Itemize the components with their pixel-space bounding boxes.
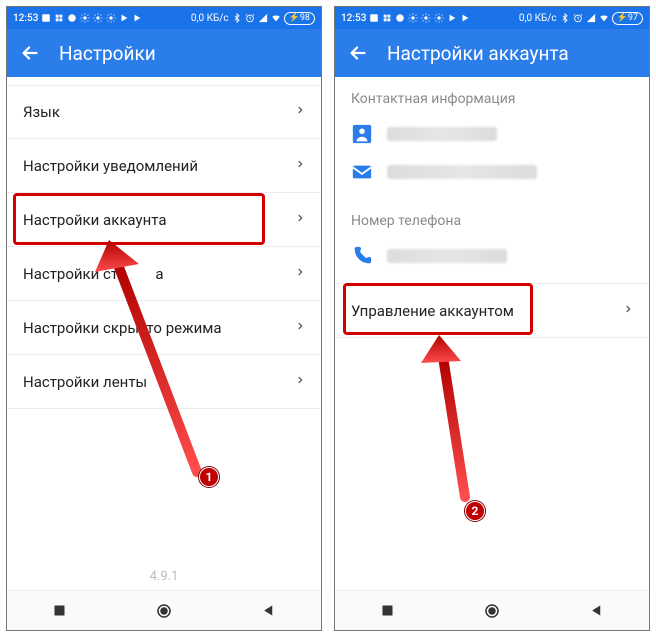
- section-contact-info: Контактная информация: [335, 77, 649, 117]
- bluetooth-icon: [560, 13, 570, 23]
- chevron-right-icon: [295, 103, 305, 121]
- wifi-icon: [599, 13, 609, 23]
- row-account-settings[interactable]: Настройки аккаунта: [7, 193, 321, 247]
- gear-icon: [408, 13, 418, 23]
- play-icon: [119, 13, 129, 23]
- nav-recent-button[interactable]: [44, 596, 74, 626]
- row-hidden-mode[interactable]: Настройки скры то режима: [7, 301, 321, 355]
- play-icon: [447, 13, 457, 23]
- alarm-icon: [245, 13, 255, 23]
- chevron-right-icon: [295, 211, 305, 229]
- nav-back-button[interactable]: [254, 596, 284, 626]
- person-icon: [351, 123, 373, 145]
- android-navbar: [7, 590, 321, 630]
- nav-home-button[interactable]: [477, 596, 507, 626]
- settings-list: Язык Настройки уведомлений Настройки акк…: [7, 85, 321, 409]
- app-header: Настройки: [7, 29, 321, 77]
- blurred-phone: [387, 249, 507, 263]
- bluetooth-icon: [232, 13, 242, 23]
- blurred-email: [387, 165, 537, 179]
- gear-icon: [80, 13, 90, 23]
- chevron-right-icon: [295, 157, 305, 175]
- row-label: Язык: [23, 103, 60, 121]
- alarm-icon: [573, 13, 583, 23]
- row-label: Настройки аккаунта: [23, 211, 166, 229]
- blurred-name: [387, 127, 497, 141]
- status-bar: 12:53 0,0 КБ/с ⚡97: [335, 7, 649, 29]
- status-icon: [54, 13, 64, 23]
- android-navbar: [335, 590, 649, 630]
- status-icon: [369, 13, 379, 23]
- status-time: 12:53: [341, 13, 366, 24]
- signal-icon: [258, 13, 268, 23]
- email-icon: [351, 161, 373, 183]
- contact-email-row[interactable]: [335, 155, 649, 193]
- row-label: Управление аккаунтом: [351, 302, 514, 320]
- row-label: Настройки ст а: [23, 265, 163, 283]
- nav-recent-button[interactable]: [372, 596, 402, 626]
- annotation-badge-1: 1: [199, 467, 219, 487]
- battery-pill: ⚡98: [284, 12, 315, 25]
- gear-icon: [434, 13, 444, 23]
- row-label: Настройки скры то режима: [23, 319, 222, 337]
- version-label: 4.9.1: [7, 569, 321, 584]
- status-data-rate: 0,0 КБ/с: [519, 13, 557, 24]
- status-icon: [41, 13, 51, 23]
- app-header: Настройки аккаунта: [335, 29, 649, 77]
- nav-home-button[interactable]: [149, 596, 179, 626]
- annotation-arrow-2: [415, 327, 495, 507]
- signal-icon: [586, 13, 596, 23]
- gear-icon: [106, 13, 116, 23]
- chevron-right-icon: [295, 265, 305, 283]
- contact-name-row[interactable]: [335, 117, 649, 155]
- status-icon: [382, 13, 392, 23]
- play-icon: [132, 13, 142, 23]
- status-time: 12:53: [13, 13, 38, 24]
- status-bar: 12:53 0,0 КБ/с ⚡98: [7, 7, 321, 29]
- status-icon: [395, 13, 405, 23]
- chevron-right-icon: [623, 302, 633, 320]
- row-manage-account[interactable]: Управление аккаунтом: [335, 284, 649, 338]
- header-title: Настройки аккаунта: [387, 42, 569, 65]
- status-data-rate: 0,0 КБ/с: [191, 13, 229, 24]
- header-title: Настройки: [59, 42, 156, 65]
- section-phone-number: Номер телефона: [335, 193, 649, 239]
- phone-right-frame: 12:53 0,0 КБ/с ⚡97 Настройки аккаунта Ко…: [334, 6, 650, 631]
- gear-icon: [93, 13, 103, 23]
- status-icon: [67, 13, 77, 23]
- row-status-settings[interactable]: Настройки ст а: [7, 247, 321, 301]
- gear-icon: [421, 13, 431, 23]
- row-label: Настройки уведомлений: [23, 157, 198, 175]
- row-notifications[interactable]: Настройки уведомлений: [7, 139, 321, 193]
- play-icon: [460, 13, 470, 23]
- chevron-right-icon: [295, 319, 305, 337]
- row-label: Настройки ленты: [23, 373, 147, 391]
- phone-left-frame: 12:53 0,0 КБ/с ⚡98 Настройки Язык: [6, 6, 322, 631]
- chevron-right-icon: [295, 373, 305, 391]
- nav-back-button[interactable]: [582, 596, 612, 626]
- phone-icon: [351, 245, 373, 267]
- phone-number-row[interactable]: [335, 239, 649, 283]
- row-language[interactable]: Язык: [7, 85, 321, 139]
- back-arrow-icon[interactable]: [19, 42, 41, 64]
- row-feed-settings[interactable]: Настройки ленты: [7, 355, 321, 409]
- back-arrow-icon[interactable]: [347, 42, 369, 64]
- battery-pill: ⚡97: [612, 12, 643, 25]
- annotation-badge-2: 2: [465, 501, 485, 521]
- wifi-icon: [271, 13, 281, 23]
